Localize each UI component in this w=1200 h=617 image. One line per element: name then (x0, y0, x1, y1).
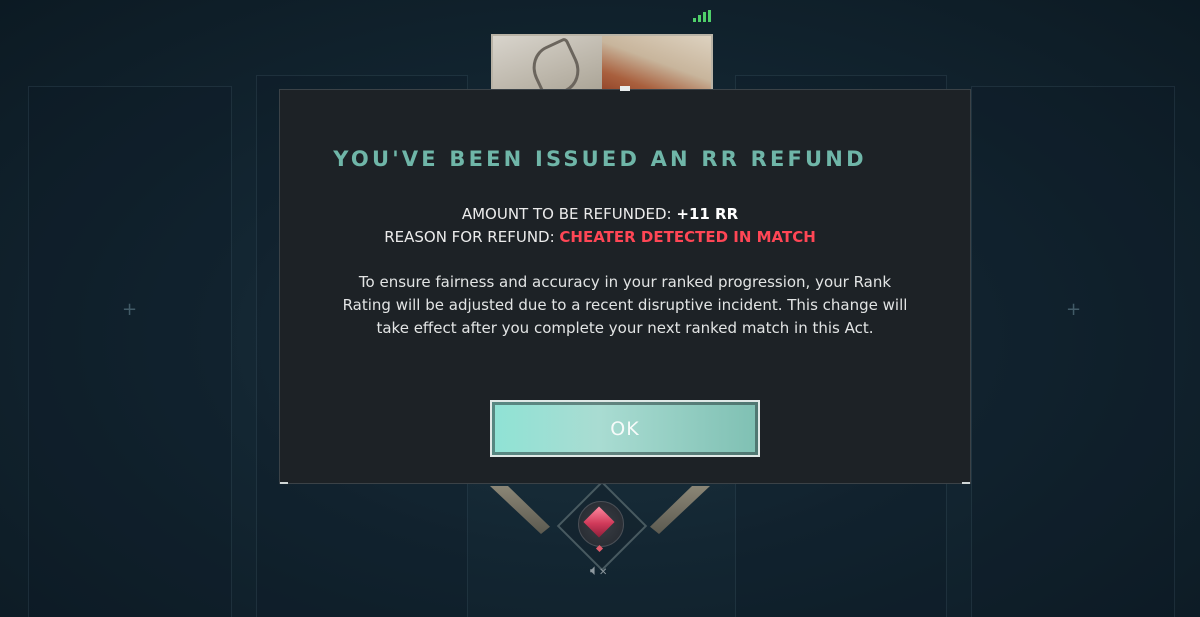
signal-bars-icon (693, 10, 711, 22)
dialog-corner-bl (280, 482, 288, 484)
plus-marker-right: + (1066, 299, 1082, 320)
reason-line: REASON FOR REFUND: CHEATER DETECTED IN M… (0, 226, 1200, 249)
plus-marker-left: + (122, 299, 138, 320)
player-card-right-art (602, 36, 711, 96)
player-card-left-art (493, 36, 602, 96)
amount-label: AMOUNT TO BE REFUNDED: (461, 205, 672, 223)
amount-value: +11 RR (676, 205, 739, 223)
amount-line: AMOUNT TO BE REFUNDED: +11 RR (0, 203, 1200, 226)
dialog-corner-br (962, 482, 970, 484)
reason-value: CHEATER DETECTED IN MATCH (559, 228, 816, 246)
dialog-title: YOU'VE BEEN ISSUED AN RR REFUND (333, 147, 867, 171)
ok-button[interactable]: OK (490, 400, 760, 457)
rank-wing-left (490, 486, 550, 534)
dialog-top-notch (620, 86, 630, 91)
reason-label: REASON FOR REFUND: (384, 228, 555, 246)
rank-wing-right (650, 486, 710, 534)
ok-button-label: OK (610, 417, 640, 440)
dialog-description: To ensure fairness and accuracy in your … (342, 273, 908, 337)
refund-info: AMOUNT TO BE REFUNDED: +11 RR REASON FOR… (0, 203, 1200, 249)
speaker-muted-icon[interactable]: 🔈︎✕ (590, 561, 607, 579)
